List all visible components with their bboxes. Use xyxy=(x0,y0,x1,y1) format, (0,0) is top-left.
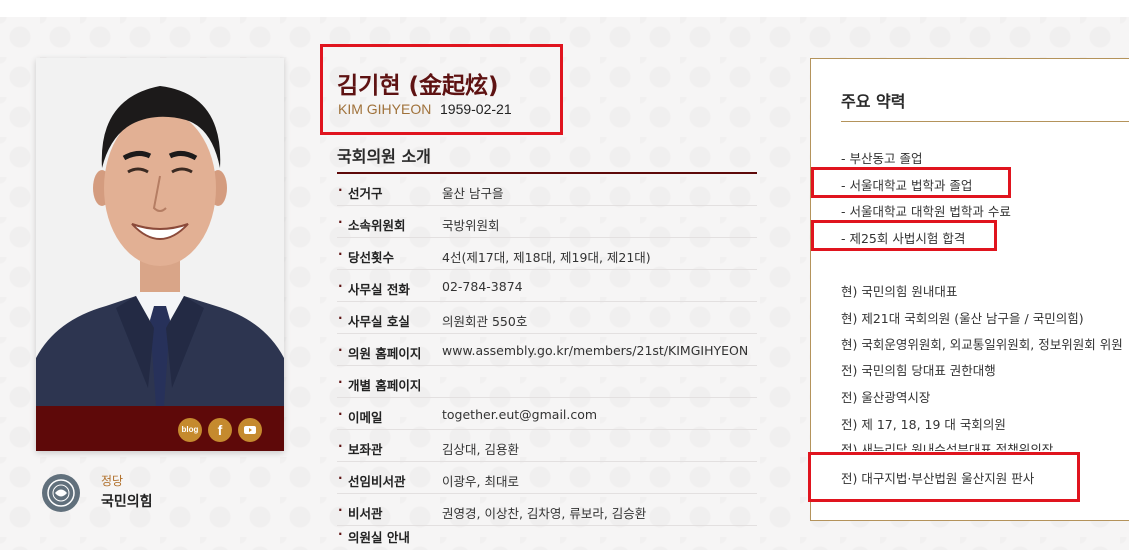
info-label: 사무실 전화 xyxy=(348,282,410,297)
info-value: 김상대, 김용환 xyxy=(442,442,519,457)
party-name: 국민의힘 xyxy=(101,494,153,510)
highlight-box-law-degree xyxy=(811,167,1011,198)
blog-icon[interactable]: blog xyxy=(178,418,202,442)
row-bullet: · xyxy=(338,527,343,541)
info-row-office-guide: · 의원실 안내 xyxy=(337,518,757,550)
email-link[interactable]: together.eut@gmail.com xyxy=(442,407,597,422)
info-label: 의원실 안내 xyxy=(348,530,410,545)
row-bullet: · xyxy=(338,311,343,325)
info-label: 선임비서관 xyxy=(348,474,406,489)
info-value: 의원회관 550호 xyxy=(442,314,528,329)
info-label: 당선횟수 xyxy=(348,250,395,265)
info-value: 이광우, 최대로 xyxy=(442,474,519,489)
intro-title: 국회의원 소개 xyxy=(337,147,431,166)
career-position-item: 현) 국회운영위원회, 외교통일위원회, 정보위원회 위원 xyxy=(841,337,1123,352)
info-row-personal-homepage: · 개별 홈페이지 xyxy=(337,366,757,398)
info-row-senior-secretaries: · 선임비서관 이광우, 최대로 xyxy=(337,462,757,494)
youtube-icon[interactable] xyxy=(238,418,262,442)
info-row-office-room: · 사무실 호실 의원회관 550호 xyxy=(337,302,757,334)
row-bullet: · xyxy=(338,279,343,293)
career-position-item: 전) 국민의힘 당대표 권한대행 xyxy=(841,363,996,378)
row-bullet: · xyxy=(338,183,343,197)
info-row-aides: · 보좌관 김상대, 김용환 xyxy=(337,430,757,462)
info-row-office-phone: · 사무실 전화 02-784-3874 xyxy=(337,270,757,302)
info-row-committee: · 소속위원회 국방위원회 xyxy=(337,206,757,238)
career-position-item: 현) 국민의힘 원내대표 xyxy=(841,284,958,299)
highlight-box-name xyxy=(320,44,563,135)
info-value: 국방위원회 xyxy=(442,218,500,233)
highlight-box-bar-exam xyxy=(811,220,997,251)
career-education-item: - 서울대학교 대학원 법학과 수료 xyxy=(841,204,1011,219)
info-label: 소속위원회 xyxy=(348,218,406,233)
party-label: 정당 xyxy=(101,474,124,488)
info-label: 의원 홈페이지 xyxy=(348,346,422,361)
row-bullet: · xyxy=(338,503,343,517)
social-links-bar: blog f xyxy=(36,406,284,451)
career-position-item: 현) 제21대 국회의원 (울산 남구을 / 국민의힘) xyxy=(841,311,1084,326)
info-label: 보좌관 xyxy=(348,442,383,457)
row-bullet: · xyxy=(338,471,343,485)
homepage-link[interactable]: www.assembly.go.kr/members/21st/KIMGIHYE… xyxy=(442,343,748,358)
info-row-terms: · 당선횟수 4선(제17대, 제18대, 제19대, 제21대) xyxy=(337,238,757,270)
profile-photo xyxy=(36,58,284,406)
info-row-email: · 이메일 together.eut@gmail.com xyxy=(337,398,757,430)
info-label: 선거구 xyxy=(348,186,383,201)
info-value: 02-784-3874 xyxy=(442,279,523,294)
top-bar xyxy=(0,0,1129,17)
career-position-item: 전) 울산광역시장 xyxy=(841,390,931,405)
info-value: 울산 남구을 xyxy=(442,186,504,201)
row-bullet: · xyxy=(338,439,343,453)
career-position-item: 전) 제 17, 18, 19 대 국회의원 xyxy=(841,417,1006,432)
info-value: 4선(제17대, 제18대, 제19대, 제21대) xyxy=(442,250,651,265)
profile-card: blog f xyxy=(36,58,284,451)
row-bullet: · xyxy=(338,343,343,357)
row-bullet: · xyxy=(338,407,343,421)
row-bullet: · xyxy=(338,215,343,229)
party-logo-icon xyxy=(42,474,80,512)
career-position-item-highlighted: 전) 대구지법·부산법원 울산지원 판사 xyxy=(841,471,1035,486)
info-label: 사무실 호실 xyxy=(348,314,410,329)
facebook-icon[interactable]: f xyxy=(208,418,232,442)
career-position-item: 전) 새누리당 원내수석부대표,정책위의장 xyxy=(841,442,1054,451)
row-bullet: · xyxy=(338,375,343,389)
info-label: 개별 홈페이지 xyxy=(348,378,422,393)
info-row-homepage: · 의원 홈페이지 www.assembly.go.kr/members/21s… xyxy=(337,334,757,366)
info-row-district: · 선거구 울산 남구을 xyxy=(337,174,757,206)
career-education-item: - 부산동고 졸업 xyxy=(841,151,923,166)
row-bullet: · xyxy=(338,247,343,261)
info-label: 이메일 xyxy=(348,410,383,425)
